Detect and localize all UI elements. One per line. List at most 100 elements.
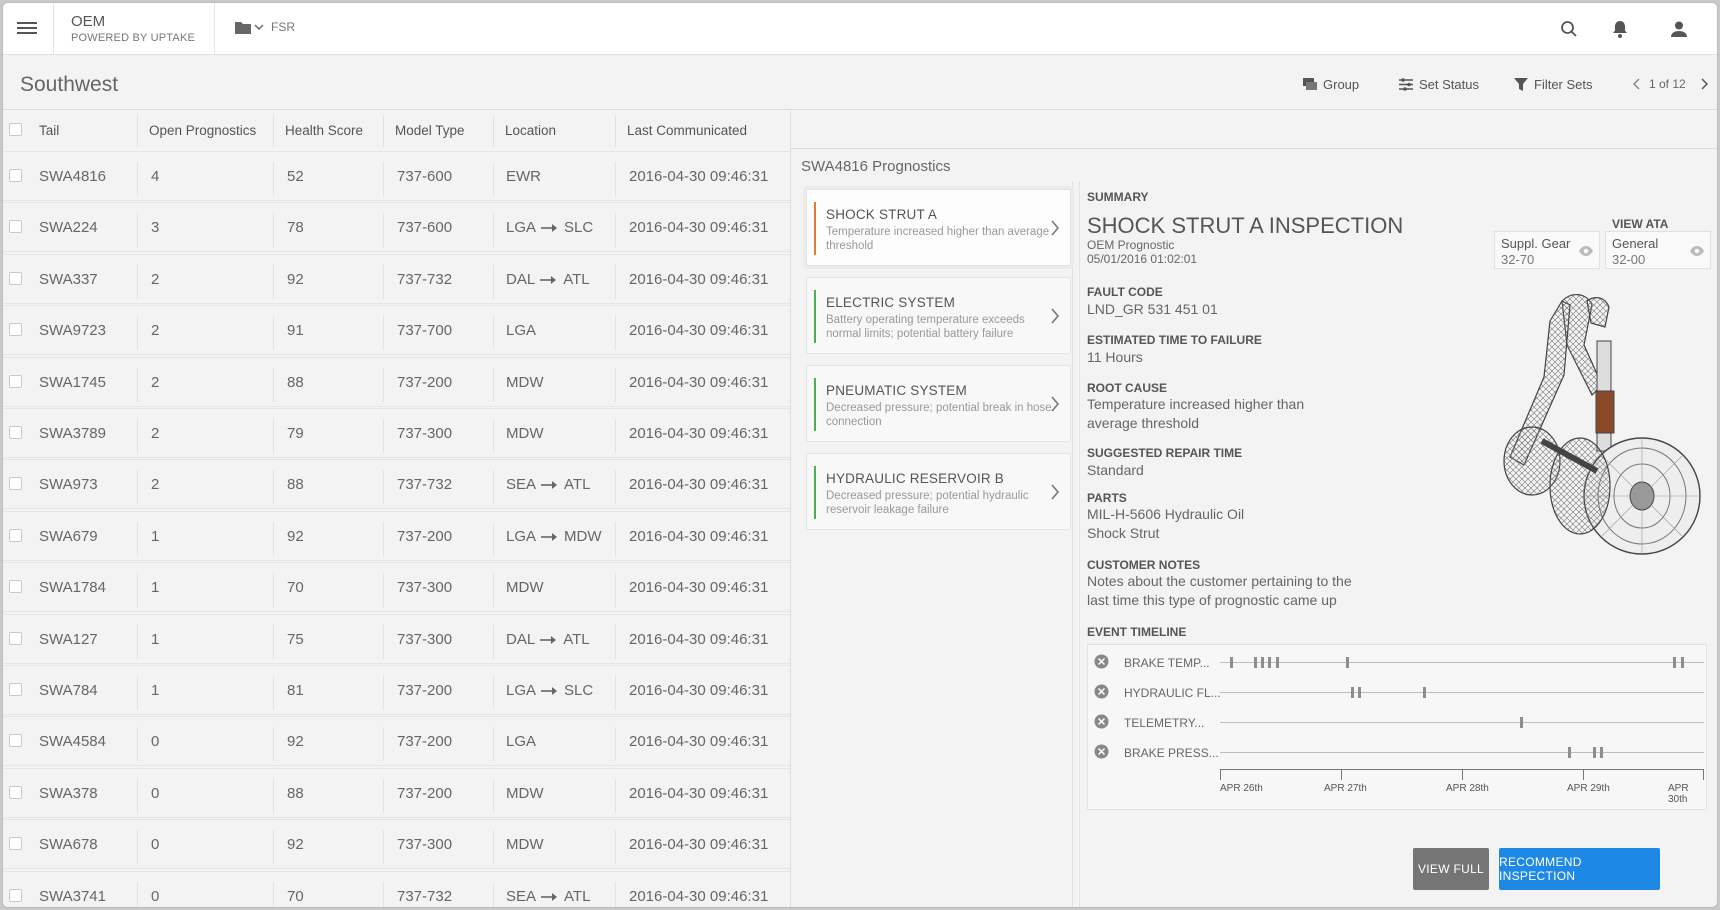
row-checkbox[interactable]: [9, 888, 22, 902]
timeline-event[interactable]: [1254, 657, 1257, 668]
row-checkbox[interactable]: [9, 374, 22, 388]
column-header-open-prognostics[interactable]: Open Prognostics: [149, 123, 256, 138]
table-row[interactable]: SWA9723 2 91 737-700 LGA 2016-04-30 09:46:31: [3, 305, 790, 356]
row-checkbox[interactable]: [9, 169, 22, 182]
table-row[interactable]: SWA678 0 92 737-300 MDW 2016-04-30 09:46:31: [3, 819, 790, 870]
table-row[interactable]: SWA127 1 75 737-300 DAL ATL 2016-04-30 09:46:3…: [3, 613, 790, 664]
health-cell: 92: [287, 527, 304, 545]
timeline-event[interactable]: [1673, 657, 1676, 668]
chevron-right-icon[interactable]: [1050, 483, 1060, 501]
column-header-last-communicated[interactable]: Last Communicated: [627, 123, 747, 138]
location-from: SEA: [506, 887, 537, 905]
prognostic-card[interactable]: HYDRAULIC RESERVOIR B Decreased pressure;…: [806, 453, 1071, 530]
table-row[interactable]: SWA378 0 88 737-200 MDW 2016-04-30 09:46:31: [3, 767, 790, 818]
timeline-event[interactable]: [1261, 657, 1264, 668]
prognostic-card[interactable]: PNEUMATIC SYSTEM Decreased pressure; pote…: [806, 365, 1071, 442]
row-checkbox[interactable]: [9, 734, 22, 748]
eye-icon[interactable]: [1689, 245, 1705, 257]
table-row[interactable]: SWA1745 2 88 737-200 MDW 2016-04-30 09:46:31: [3, 356, 790, 407]
table-row[interactable]: SWA1784 1 70 737-300 MDW 2016-04-30 09:46:31: [3, 562, 790, 613]
table-row[interactable]: SWA679 1 92 737-200 LGA MDW 2016-04-30 09:46:3…: [3, 510, 790, 561]
repair-time-value: Standard: [1087, 462, 1144, 478]
view-full-button[interactable]: VIEW FULL: [1413, 848, 1489, 890]
health-cell: 88: [287, 784, 304, 802]
row-checkbox[interactable]: [9, 426, 22, 439]
divider: [137, 778, 138, 813]
table-row[interactable]: SWA973 2 88 737-732 SEA ATL 2016-04-30 09:46:3…: [3, 459, 790, 510]
location-cell: MDW: [506, 425, 544, 442]
tail-cell: SWA9723: [39, 322, 106, 340]
group-button[interactable]: Group: [1303, 77, 1359, 92]
folder-selector[interactable]: FSR: [235, 20, 295, 34]
remove-icon[interactable]: [1094, 684, 1109, 699]
timeline-event[interactable]: [1600, 747, 1603, 758]
row-checkbox[interactable]: [9, 477, 22, 491]
select-all-checkbox[interactable]: [9, 123, 22, 136]
remove-icon[interactable]: [1094, 744, 1109, 759]
tail-cell: SWA378: [39, 784, 98, 802]
health-cell: 92: [287, 733, 304, 751]
table-row[interactable]: SWA4584 0 92 737-200 LGA 2016-04-30 09:46:31: [3, 716, 790, 767]
fault-code-value: LND_GR 531 451 01: [1087, 301, 1218, 317]
location-cell: MDW: [506, 785, 544, 802]
next-page-icon[interactable]: [1700, 78, 1708, 90]
table-row[interactable]: SWA784 1 81 737-200 LGA SLC 2016-04-30 09:46:3…: [3, 665, 790, 715]
timeline-event[interactable]: [1230, 657, 1233, 668]
prev-page-icon[interactable]: [1633, 78, 1641, 90]
chevron-right-icon[interactable]: [1050, 219, 1060, 237]
customer-notes-value: Notes about the customer pertaining to t…: [1087, 573, 1352, 608]
column-header-location[interactable]: Location: [505, 123, 556, 138]
eye-icon[interactable]: [1578, 245, 1594, 257]
timeline-event[interactable]: [1346, 657, 1349, 668]
timeline-event[interactable]: [1268, 657, 1271, 668]
divider: [615, 367, 616, 402]
timeline-event[interactable]: [1681, 657, 1684, 668]
row-checkbox[interactable]: [9, 323, 22, 337]
column-header-model-type[interactable]: Model Type: [395, 123, 465, 138]
table-row[interactable]: SWA3741 0 70 737-732 SEA ATL 2016-04-30 09:46:…: [3, 870, 790, 907]
chevron-right-icon[interactable]: [1050, 395, 1060, 413]
table-row[interactable]: SWA224 3 78 737-600 LGA SLC 2016-04-30 09:46:3…: [3, 202, 790, 253]
remove-icon[interactable]: [1094, 714, 1109, 729]
open-cell: 2: [151, 322, 160, 340]
divider: [790, 111, 791, 907]
filter-sets-button[interactable]: Filter Sets: [1514, 77, 1593, 92]
column-header-tail[interactable]: Tail: [39, 123, 59, 138]
row-checkbox[interactable]: [9, 271, 22, 285]
ata-code-suppl-gear[interactable]: Suppl. Gear 32-70: [1494, 231, 1600, 269]
ata-code-general[interactable]: General 32-00: [1605, 231, 1711, 269]
timeline-event[interactable]: [1276, 657, 1279, 668]
user-icon[interactable]: [1668, 18, 1690, 40]
row-checkbox[interactable]: [9, 580, 22, 594]
prognostic-title: SHOCK STRUT A: [826, 207, 938, 222]
row-checkbox[interactable]: [9, 785, 22, 799]
timeline-event[interactable]: [1351, 687, 1354, 698]
timeline-event[interactable]: [1423, 687, 1426, 698]
search-icon[interactable]: [1558, 18, 1580, 40]
row-checkbox[interactable]: [9, 837, 22, 851]
recommend-inspection-button[interactable]: RECOMMEND INSPECTION: [1499, 848, 1660, 890]
prognostic-card[interactable]: ELECTRIC SYSTEM Battery operating tempera…: [806, 277, 1071, 354]
prognostic-card[interactable]: SHOCK STRUT A Temperature increased highe…: [806, 189, 1071, 266]
chevron-right-icon[interactable]: [1050, 307, 1060, 325]
prognostic-description: Temperature increased higher than averag…: [826, 226, 1050, 252]
row-checkbox[interactable]: [9, 220, 22, 234]
timeline-event[interactable]: [1593, 747, 1596, 758]
row-checkbox[interactable]: [9, 528, 22, 542]
row-checkbox[interactable]: [9, 631, 22, 645]
timeline-event[interactable]: [1568, 747, 1571, 758]
set-status-button[interactable]: Set Status: [1399, 77, 1479, 92]
remove-icon[interactable]: [1094, 654, 1109, 669]
table-row[interactable]: SWA4816 4 52 737-600 EWR 2016-04-30 09:46:31: [3, 151, 790, 201]
column-header-health-score[interactable]: Health Score: [285, 123, 363, 138]
timeline-event[interactable]: [1358, 687, 1361, 698]
divider: [273, 213, 274, 248]
axis-label: APR 29th: [1567, 783, 1610, 794]
bell-icon[interactable]: [1609, 18, 1631, 40]
menu-icon[interactable]: [17, 19, 37, 39]
divider: [493, 316, 494, 351]
table-row[interactable]: SWA3789 2 79 737-300 MDW 2016-04-30 09:46:31: [3, 408, 790, 458]
row-checkbox[interactable]: [9, 683, 22, 696]
table-row[interactable]: SWA337 2 92 737-732 DAL ATL 2016-04-30 09:46:3…: [3, 253, 790, 304]
timeline-event[interactable]: [1520, 717, 1523, 728]
